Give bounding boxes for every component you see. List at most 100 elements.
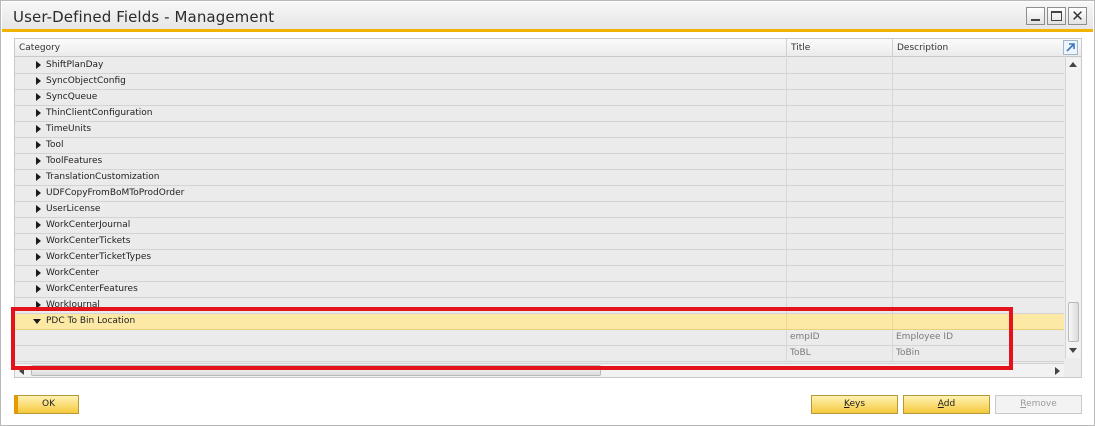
description-cell xyxy=(893,218,1064,233)
expanded-triangle-icon[interactable] xyxy=(33,319,41,324)
udf-grid: Category Title Description ShiftPlanDay S… xyxy=(14,38,1082,378)
category-label: UDFCopyFromBoMToProdOrder xyxy=(46,188,185,198)
maximize-icon xyxy=(1051,11,1062,21)
collapsed-triangle-icon[interactable] xyxy=(36,269,41,277)
collapsed-triangle-icon[interactable] xyxy=(36,237,41,245)
category-row[interactable]: ToolFeatures xyxy=(15,154,1064,170)
title-cell: empID xyxy=(787,330,893,345)
title-cell xyxy=(787,106,893,121)
category-label: Tool xyxy=(46,140,64,150)
remove-label: emove xyxy=(1026,399,1057,409)
remove-button[interactable]: Remove xyxy=(995,395,1082,414)
minimize-button[interactable] xyxy=(1026,7,1045,25)
category-row[interactable]: WorkCenterJournal xyxy=(15,218,1064,234)
category-row[interactable]: TimeUnits xyxy=(15,122,1064,138)
collapsed-triangle-icon[interactable] xyxy=(36,157,41,165)
title-cell xyxy=(787,90,893,105)
add-button[interactable]: Add xyxy=(903,395,990,414)
collapsed-triangle-icon[interactable] xyxy=(36,285,41,293)
collapsed-triangle-icon[interactable] xyxy=(36,221,41,229)
category-cell: WorkCenterFeatures xyxy=(15,282,787,297)
collapsed-triangle-icon[interactable] xyxy=(36,61,41,69)
column-header-category[interactable]: Category xyxy=(15,39,787,57)
title-cell xyxy=(787,170,893,185)
title-cell xyxy=(787,266,893,281)
category-label: ToolFeatures xyxy=(46,156,103,166)
vertical-scrollbar[interactable] xyxy=(1065,58,1081,358)
category-cell: SyncObjectConfig xyxy=(15,74,787,89)
category-cell: UDFCopyFromBoMToProdOrder xyxy=(15,186,787,201)
description-cell xyxy=(893,298,1064,313)
description-cell xyxy=(893,138,1064,153)
collapsed-triangle-icon[interactable] xyxy=(36,253,41,261)
title-cell xyxy=(787,298,893,313)
column-header-title[interactable]: Title xyxy=(787,39,893,57)
category-cell: ShiftPlanDay xyxy=(15,58,787,73)
category-row[interactable]: TranslationCustomization xyxy=(15,170,1064,186)
title-bar: User-Defined Fields - Management ✕ xyxy=(2,2,1093,32)
collapsed-triangle-icon[interactable] xyxy=(36,141,41,149)
field-row[interactable]: ToBL ToBin xyxy=(15,346,1064,362)
maximize-button[interactable] xyxy=(1047,7,1066,25)
category-label: UserLicense xyxy=(46,204,101,214)
category-cell: SyncQueue xyxy=(15,90,787,105)
description-cell xyxy=(893,234,1064,249)
collapsed-triangle-icon[interactable] xyxy=(36,173,41,181)
collapsed-triangle-icon[interactable] xyxy=(36,125,41,133)
column-header-description[interactable]: Description xyxy=(893,39,1061,57)
category-row[interactable]: WorkJournal xyxy=(15,298,1064,314)
category-label: SyncQueue xyxy=(46,92,98,102)
category-label: ShiftPlanDay xyxy=(46,60,104,70)
collapsed-triangle-icon[interactable] xyxy=(36,301,41,309)
scroll-up-icon[interactable] xyxy=(1066,58,1081,72)
ok-button[interactable]: OK xyxy=(14,395,79,414)
collapsed-triangle-icon[interactable] xyxy=(36,109,41,117)
category-row[interactable]: ShiftPlanDay xyxy=(15,58,1064,74)
horizontal-scrollbar[interactable] xyxy=(15,363,1064,377)
field-row[interactable]: empID Employee ID xyxy=(15,330,1064,346)
category-row[interactable]: UDFCopyFromBoMToProdOrder xyxy=(15,186,1064,202)
category-row[interactable]: SyncObjectConfig xyxy=(15,74,1064,90)
category-row[interactable]: PDC To Bin Location xyxy=(15,314,1064,330)
collapsed-triangle-icon[interactable] xyxy=(36,189,41,197)
category-cell: Tool xyxy=(15,138,787,153)
title-cell xyxy=(787,314,893,329)
category-label: WorkCenterTicketTypes xyxy=(46,252,152,262)
category-row[interactable]: ThinClientConfiguration xyxy=(15,106,1064,122)
category-cell: TimeUnits xyxy=(15,122,787,137)
category-row[interactable]: Tool xyxy=(15,138,1064,154)
close-icon: ✕ xyxy=(1071,7,1084,25)
category-cell: PDC To Bin Location xyxy=(15,314,787,329)
scroll-down-icon[interactable] xyxy=(1066,344,1081,358)
window-title: User-Defined Fields - Management xyxy=(13,8,275,26)
category-label: WorkCenter xyxy=(46,268,100,278)
description-cell xyxy=(893,250,1064,265)
title-cell xyxy=(787,138,893,153)
description-cell xyxy=(893,90,1064,105)
collapsed-triangle-icon[interactable] xyxy=(36,93,41,101)
close-button[interactable]: ✕ xyxy=(1068,7,1087,25)
category-row[interactable]: UserLicense xyxy=(15,202,1064,218)
category-cell: WorkCenterTicketTypes xyxy=(15,250,787,265)
scroll-left-icon[interactable] xyxy=(15,364,29,377)
title-cell xyxy=(787,250,893,265)
collapsed-triangle-icon[interactable] xyxy=(36,77,41,85)
category-cell: ThinClientConfiguration xyxy=(15,106,787,121)
expand-grid-icon[interactable] xyxy=(1063,40,1078,55)
category-label: WorkCenterTickets xyxy=(46,236,131,246)
description-cell xyxy=(893,122,1064,137)
category-row[interactable]: WorkCenterTickets xyxy=(15,234,1064,250)
category-row[interactable]: SyncQueue xyxy=(15,90,1064,106)
category-row[interactable]: WorkCenter xyxy=(15,266,1064,282)
category-cell: WorkCenterJournal xyxy=(15,218,787,233)
category-cell xyxy=(15,330,787,345)
scroll-right-icon[interactable] xyxy=(1050,364,1064,377)
collapsed-triangle-icon[interactable] xyxy=(36,205,41,213)
keys-button[interactable]: Keys xyxy=(811,395,898,414)
category-row[interactable]: WorkCenterTicketTypes xyxy=(15,250,1064,266)
horizontal-scroll-thumb[interactable] xyxy=(31,365,601,376)
category-cell: WorkJournal xyxy=(15,298,787,313)
minimize-icon xyxy=(1031,19,1040,21)
category-row[interactable]: WorkCenterFeatures xyxy=(15,282,1064,298)
vertical-scroll-thumb[interactable] xyxy=(1068,302,1079,342)
